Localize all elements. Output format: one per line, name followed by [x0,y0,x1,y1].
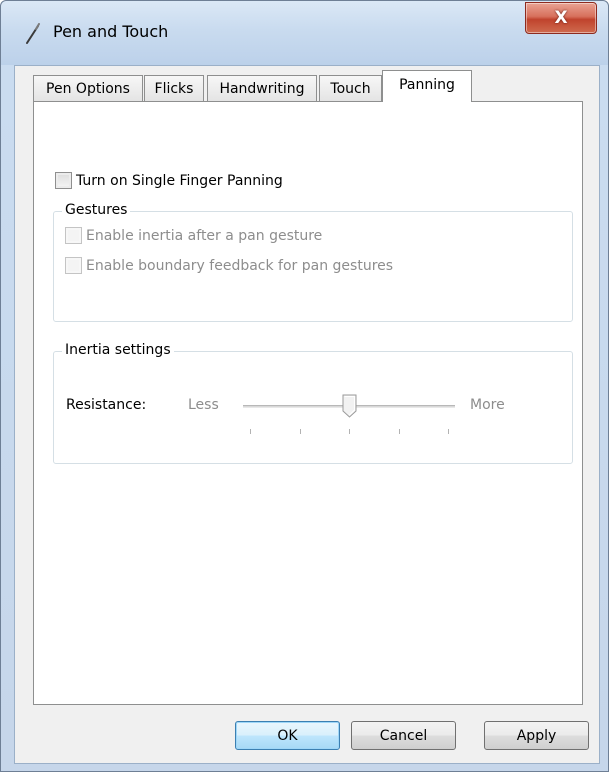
close-button[interactable]: X [525,2,597,34]
tab-label: Pen Options [46,80,130,97]
inertia-settings-group: Inertia settings Resistance: Less More [53,342,573,464]
tab-touch[interactable]: Touch [319,75,382,101]
ok-button[interactable]: OK [235,721,340,750]
slider-tick [300,429,301,434]
title-bar[interactable]: Pen and Touch X [1,1,608,65]
tab-label: Handwriting [219,80,305,97]
boundary-feedback-label: Enable boundary feedback for pan gesture… [86,257,394,274]
gestures-group-title: Gestures [62,202,131,218]
single-finger-panning-label: Turn on Single Finger Panning [76,172,283,189]
tab-pen-options[interactable]: Pen Options [33,75,143,101]
dialog-client-area: Pen Options Flicks Handwriting Touch Pan… [14,65,600,764]
single-finger-panning-checkbox[interactable] [55,172,72,189]
pen-and-touch-window: Pen and Touch X Pen Options Flicks Handw… [0,0,609,772]
single-finger-panning-row[interactable]: Turn on Single Finger Panning [55,172,283,189]
inertia-checkbox[interactable] [65,227,82,244]
boundary-feedback-checkbox[interactable] [65,257,82,274]
boundary-feedback-row[interactable]: Enable boundary feedback for pan gesture… [65,257,393,274]
slider-tick [349,429,350,434]
inertia-row[interactable]: Enable inertia after a pan gesture [65,227,322,244]
slider-tick [399,429,400,434]
slider-tick [250,429,251,434]
resistance-label: Resistance: [66,397,147,413]
tab-handwriting[interactable]: Handwriting [207,75,317,101]
tab-flicks[interactable]: Flicks [144,75,204,101]
tab-panning[interactable]: Panning [382,70,472,102]
gestures-group: Gestures Enable inertia after a pan gest… [53,202,573,322]
window-title: Pen and Touch [53,22,169,41]
pen-icon [26,23,40,44]
resistance-max-label: More [470,397,505,413]
slider-tick [448,429,449,434]
inertia-label: Enable inertia after a pan gesture [86,227,323,244]
resistance-min-label: Less [188,397,219,413]
resistance-slider-thumb[interactable] [342,394,357,418]
tab-label: Touch [330,80,371,97]
close-icon: X [554,8,568,28]
apply-button[interactable]: Apply [484,721,589,750]
panning-tab-panel: Turn on Single Finger Panning Gestures E… [33,101,583,705]
inertia-settings-title: Inertia settings [62,342,174,358]
cancel-button[interactable]: Cancel [351,721,456,750]
tab-label: Flicks [154,80,194,97]
tab-label: Panning [399,76,455,93]
